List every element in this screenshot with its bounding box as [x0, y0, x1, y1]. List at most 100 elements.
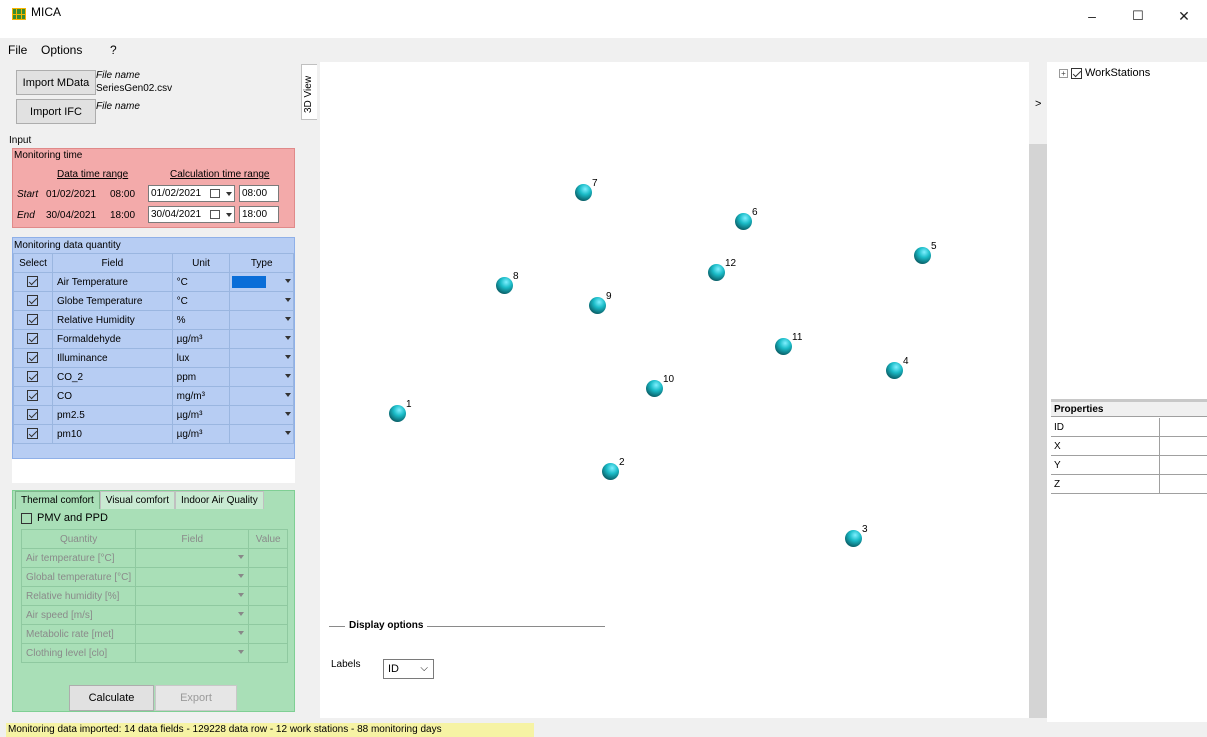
maximize-button[interactable]: ☐	[1115, 0, 1161, 32]
comfort-field-select[interactable]	[135, 643, 250, 663]
table-row: Formaldehyde µg/m³	[13, 329, 294, 349]
select-checkbox[interactable]	[27, 295, 39, 307]
select-checkbox[interactable]	[27, 390, 39, 402]
workstations-checkbox[interactable]	[1071, 67, 1082, 79]
select-checkbox[interactable]	[27, 409, 39, 421]
comfort-field-select[interactable]	[135, 624, 250, 644]
property-row[interactable]: Y	[1051, 456, 1207, 475]
type-select[interactable]	[229, 291, 294, 311]
minimize-button[interactable]: –	[1069, 0, 1115, 32]
menu-help[interactable]: ?	[110, 43, 117, 57]
calc-start-date-picker[interactable]: 01/02/2021	[148, 185, 235, 202]
import-ifc-button[interactable]: Import IFC	[16, 99, 96, 124]
workstation-sphere[interactable]	[389, 405, 406, 422]
property-row[interactable]: ID	[1051, 418, 1207, 437]
tree-root-label: WorkStations	[1085, 67, 1151, 79]
chevron-down-icon	[285, 355, 291, 359]
workstation-sphere[interactable]	[775, 338, 792, 355]
property-divider	[1159, 456, 1160, 475]
type-select[interactable]	[229, 348, 294, 368]
close-button[interactable]: ✕	[1161, 0, 1207, 32]
menu-file[interactable]: File	[8, 43, 27, 57]
tree-workstations[interactable]: + WorkStations	[1059, 67, 1150, 79]
mdata-file-label: File name	[96, 70, 140, 81]
workstation-label: 6	[752, 207, 758, 218]
calc-start-time-input[interactable]: 08:00	[239, 185, 279, 202]
chevron-down-icon	[238, 555, 245, 559]
type-select[interactable]	[229, 386, 294, 406]
expand-plus-icon[interactable]: +	[1059, 68, 1068, 78]
workstation-sphere[interactable]	[845, 530, 862, 547]
workstation-sphere[interactable]	[914, 247, 931, 264]
tab-thermal-comfort[interactable]: Thermal comfort	[15, 491, 100, 509]
col-unit: Unit	[171, 253, 231, 273]
panel-splitter[interactable]: >	[1029, 62, 1047, 718]
workstation-label: 12	[725, 258, 737, 269]
property-name: ID	[1054, 422, 1064, 433]
chevron-down-icon: ⌵	[420, 663, 428, 674]
type-select[interactable]	[229, 367, 294, 387]
select-checkbox[interactable]	[27, 352, 39, 364]
select-checkbox[interactable]	[27, 371, 39, 383]
calc-end-time-input[interactable]: 18:00	[239, 206, 279, 223]
quantity-cell: Relative humidity [%]	[20, 586, 137, 606]
comfort-table: Quantity Field Value Air temperature [°C…	[20, 529, 288, 663]
property-divider	[1159, 437, 1160, 456]
select-checkbox[interactable]	[27, 314, 39, 326]
workstation-sphere[interactable]	[589, 297, 606, 314]
table-row: pm2.5 µg/m³	[13, 405, 294, 425]
workstation-sphere[interactable]	[496, 277, 513, 294]
pmv-checkbox-row[interactable]: PMV and PPD	[21, 512, 108, 524]
type-select[interactable]	[229, 329, 294, 349]
comfort-field-select[interactable]	[135, 567, 250, 587]
comfort-field-select[interactable]	[135, 586, 250, 606]
workstation-label: 7	[592, 178, 598, 189]
tab-visual-comfort[interactable]: Visual comfort	[99, 491, 175, 509]
select-checkbox[interactable]	[27, 276, 39, 288]
property-row[interactable]: X	[1051, 437, 1207, 456]
calculate-button[interactable]: Calculate	[69, 685, 154, 711]
workstation-sphere[interactable]	[735, 213, 752, 230]
quantity-cell: Metabolic rate [met]	[20, 624, 137, 644]
export-button[interactable]: Export	[155, 685, 237, 711]
property-divider	[1159, 418, 1160, 437]
expand-arrow-icon[interactable]: >	[1035, 98, 1041, 110]
col-quantity: Quantity	[20, 529, 137, 549]
select-checkbox[interactable]	[27, 428, 39, 440]
value-cell	[248, 586, 288, 606]
menu-bar: File Options ?	[0, 38, 1207, 62]
type-select[interactable]	[229, 405, 294, 425]
type-select[interactable]	[229, 424, 294, 444]
app-icon	[12, 8, 26, 20]
pmv-checkbox[interactable]	[21, 512, 32, 524]
workstation-sphere[interactable]	[575, 184, 592, 201]
workstation-label: 8	[513, 271, 519, 282]
tab-indoor-air-quality[interactable]: Indoor Air Quality	[174, 491, 264, 509]
calc-end-date-picker[interactable]: 30/04/2021	[148, 206, 235, 223]
table-row: Relative humidity [%]	[20, 586, 288, 606]
import-mdata-button[interactable]: Import MData	[16, 70, 96, 95]
comfort-field-select[interactable]	[135, 548, 250, 568]
select-checkbox[interactable]	[27, 333, 39, 345]
labels-select[interactable]: ID ⌵	[383, 659, 434, 679]
field-cell: CO_2	[51, 367, 173, 387]
unit-cell: %	[171, 310, 231, 330]
type-select[interactable]	[229, 310, 294, 330]
chevron-down-icon	[285, 279, 291, 283]
status-bar: Monitoring data imported: 14 data fields…	[0, 722, 1207, 737]
comfort-field-select[interactable]	[135, 605, 250, 625]
right-panel: + WorkStations Properties ID X Y Z	[1047, 62, 1207, 722]
title-bar: MICA – ☐ ✕	[0, 0, 1207, 38]
calc-start-date: 01/02/2021	[151, 188, 202, 199]
property-row[interactable]: Z	[1051, 475, 1207, 494]
workstation-sphere[interactable]	[646, 380, 663, 397]
type-select[interactable]	[229, 272, 294, 292]
workstation-sphere[interactable]	[708, 264, 725, 281]
workstation-sphere[interactable]	[602, 463, 619, 480]
data-start-date: 01/02/2021	[46, 189, 97, 200]
workstation-sphere[interactable]	[886, 362, 903, 379]
col-type: Type	[229, 253, 294, 273]
menu-options[interactable]: Options	[41, 43, 82, 57]
end-label: End	[17, 210, 35, 221]
tab-3d-view[interactable]: 3D View	[301, 64, 317, 120]
